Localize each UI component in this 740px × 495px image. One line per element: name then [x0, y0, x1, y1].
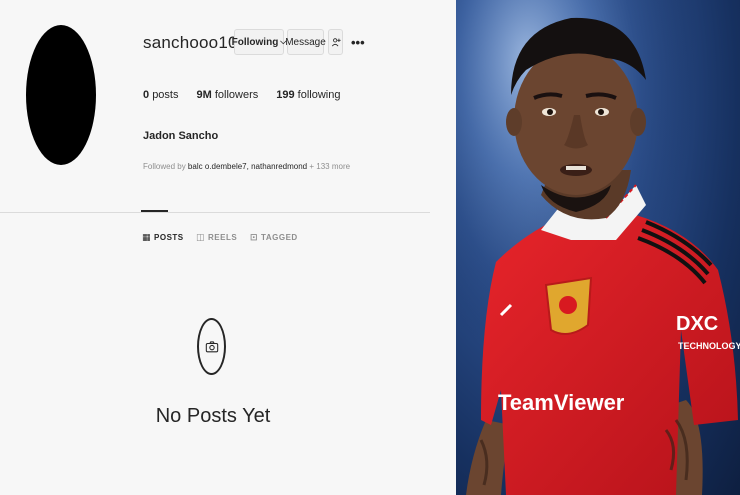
shirt-sponsor-text: TeamViewer — [498, 390, 625, 415]
tab-tagged[interactable]: ⊡ TAGGED — [250, 232, 298, 243]
followed-by[interactable]: Followed by balc o.dembele7, nathanredmo… — [143, 162, 350, 171]
empty-state-text: No Posts Yet — [155, 405, 271, 427]
active-tab-indicator — [141, 210, 168, 212]
tabs-divider — [0, 212, 430, 213]
username: sanchooo10 — [143, 33, 238, 52]
sleeve-logo-text: DXC — [676, 313, 718, 335]
posts-label: posts — [152, 89, 179, 101]
followed-by-names: balc o.dembele7, nathanredmond — [187, 162, 308, 171]
tagged-icon: ⊡ — [250, 232, 259, 242]
following-button-label: Following — [231, 36, 279, 48]
followed-by-prefix: Followed by — [143, 162, 186, 171]
following-stat[interactable]: 199 following — [276, 89, 340, 101]
posts-count: 0 — [143, 89, 150, 101]
followed-by-more: + 133 more — [309, 162, 351, 171]
person-plus-icon — [331, 38, 341, 47]
followers-label: followers — [214, 89, 259, 101]
posts-stat[interactable]: 0 posts — [143, 89, 178, 101]
sleeve-sponsor-text: TECHNOLOGY — [678, 341, 740, 351]
following-label: following — [297, 89, 341, 101]
avatar[interactable] — [26, 25, 96, 165]
grid-icon: ▦ — [142, 232, 152, 242]
add-user-icon[interactable] — [328, 29, 343, 55]
message-button[interactable]: Message — [285, 29, 326, 55]
profile-stats: 0 posts 9M followers 199 following — [143, 89, 358, 101]
full-name: Jadon Sancho — [143, 130, 219, 142]
player-illustration: TeamViewer DXC TECHNOLOGY — [456, 0, 740, 495]
tab-posts-label: POSTS — [154, 233, 184, 242]
camera-glyph-icon — [205, 340, 218, 352]
followers-stat[interactable]: 9M followers — [196, 89, 258, 101]
profile-screenshot: sanchooo10 ✓ Following ⌵ Message ••• 0 p… — [0, 0, 456, 495]
camera-icon — [197, 318, 226, 375]
following-button[interactable]: Following ⌵ — [231, 29, 286, 55]
following-count: 199 — [276, 89, 295, 101]
tab-reels[interactable]: ◫ REELS — [196, 232, 237, 243]
tab-tagged-label: TAGGED — [261, 233, 298, 242]
more-options-icon[interactable]: ••• — [351, 35, 365, 50]
tab-reels-label: REELS — [208, 233, 238, 242]
followers-count: 9M — [196, 89, 212, 101]
player-photo: TeamViewer DXC TECHNOLOGY — [456, 0, 740, 495]
tab-posts[interactable]: ▦ POSTS — [142, 232, 184, 243]
reels-icon: ◫ — [196, 232, 206, 242]
